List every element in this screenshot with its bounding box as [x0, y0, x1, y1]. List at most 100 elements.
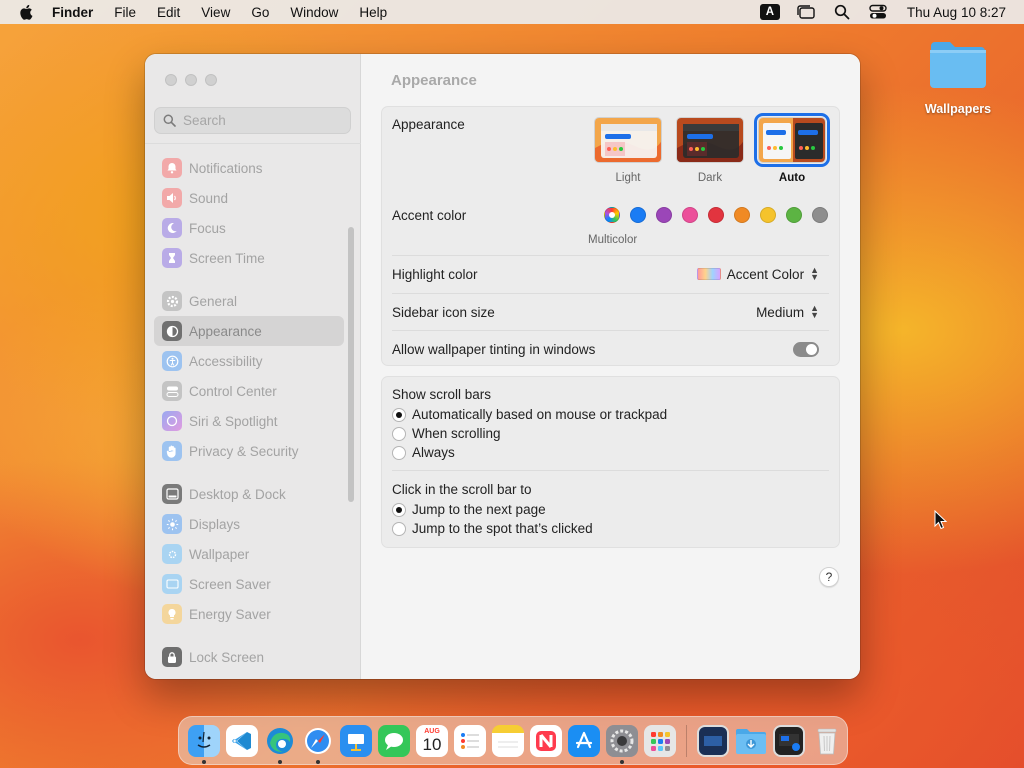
accent-color-label: Accent color	[392, 208, 467, 223]
apple-menu-icon[interactable]	[18, 3, 36, 21]
accent-color-swatches	[604, 207, 828, 223]
sidebar-item-notifications[interactable]: Notifications	[154, 153, 344, 183]
divider	[392, 470, 829, 471]
input-source-icon: A	[759, 4, 780, 20]
scroll-click-option-next-page[interactable]: Jump to the next page	[392, 502, 546, 517]
finder-icon[interactable]	[188, 724, 220, 764]
desktop-folder-wallpapers[interactable]: Wallpapers	[922, 38, 994, 116]
help-button[interactable]: ?	[819, 567, 839, 587]
window-controls	[165, 74, 217, 86]
sidebar-scrollbar[interactable]	[348, 227, 354, 502]
system-settings-icon[interactable]	[606, 724, 638, 764]
wallpaper-tinting-row: Allow wallpaper tinting in windows	[392, 334, 829, 364]
accent-swatch-orange[interactable]	[734, 207, 750, 223]
menu-view[interactable]: View	[201, 5, 230, 20]
accent-swatch-blue[interactable]	[630, 207, 646, 223]
running-indicator	[316, 759, 320, 764]
accent-swatch-red[interactable]	[708, 207, 724, 223]
scroll-bars-option-automatic[interactable]: Automatically based on mouse or trackpad	[392, 407, 667, 422]
appearance-caption-light: Light	[615, 172, 641, 184]
sidebar-item-siri-spotlight[interactable]: Siri & Spotlight	[154, 406, 344, 436]
accent-swatch-green[interactable]	[786, 207, 802, 223]
radio-button[interactable]	[392, 426, 406, 441]
highlight-color-popup[interactable]: Accent Color ▲ ▼	[696, 266, 819, 282]
radio-label: Always	[412, 445, 455, 460]
highlight-swatch	[696, 268, 721, 280]
preview-icon[interactable]	[773, 724, 805, 757]
sidebar-item-desktop-dock[interactable]: Desktop & Dock	[154, 479, 344, 509]
notes-icon[interactable]	[492, 724, 524, 757]
radio-button[interactable]	[392, 502, 406, 517]
close-button[interactable]	[165, 74, 177, 86]
minimize-button[interactable]	[185, 74, 197, 86]
stage-manager-icon[interactable]	[795, 4, 817, 20]
menu-window[interactable]: Window	[290, 5, 338, 20]
search-field[interactable]	[154, 107, 351, 134]
radio-label: Jump to the spot that’s clicked	[412, 521, 593, 536]
scroll-bars-option-always[interactable]: Always	[392, 445, 455, 460]
sidebar-item-screen-saver[interactable]: Screen Saver	[154, 569, 344, 599]
radio-button[interactable]	[392, 407, 406, 422]
sidebar-item-label: Siri & Spotlight	[189, 413, 278, 429]
radio-button[interactable]	[392, 521, 406, 536]
auto-mode-thumbnail	[754, 113, 830, 167]
sidebar-item-focus[interactable]: Focus	[154, 213, 344, 243]
sidebar-item-screen-time[interactable]: Screen Time	[154, 243, 344, 273]
sidebar-item-lock-screen[interactable]: Lock Screen	[154, 642, 344, 672]
messages-icon[interactable]	[378, 724, 410, 757]
zoom-button[interactable]	[205, 74, 217, 86]
accent-swatch-pink[interactable]	[682, 207, 698, 223]
sidebar-item-accessibility[interactable]: Accessibility	[154, 346, 344, 376]
sidebar-item-privacy-security[interactable]: Privacy & Security	[154, 436, 344, 466]
appearance-option-dark[interactable]: Dark	[676, 117, 744, 184]
control-center-menu-icon[interactable]	[867, 4, 889, 20]
system-settings-window: Notifications Sound Focus Screen Time	[145, 54, 860, 679]
search-input[interactable]	[183, 113, 348, 128]
appearance-option-auto[interactable]: Auto	[754, 113, 830, 184]
sidebar-item-displays[interactable]: Displays	[154, 509, 344, 539]
scroll-click-option-spot-clicked[interactable]: Jump to the spot that’s clicked	[392, 521, 593, 536]
sidebar-item-label: Sound	[189, 190, 229, 206]
sidebar-item-control-center[interactable]: Control Center	[154, 376, 344, 406]
control-center-icon	[162, 381, 182, 401]
highlight-color-label: Highlight color	[392, 266, 478, 282]
downloads-folder-icon[interactable]	[735, 725, 767, 757]
menu-edit[interactable]: Edit	[157, 5, 180, 20]
sidebar-item-general[interactable]: General	[154, 286, 344, 316]
accent-swatch-graphite[interactable]	[812, 207, 828, 223]
reminders-icon[interactable]	[454, 724, 486, 757]
menu-app-finder[interactable]: Finder	[52, 5, 93, 20]
sidebar-item-wallpaper[interactable]: Wallpaper	[154, 539, 344, 569]
edge-icon[interactable]	[264, 725, 296, 764]
sidebar-item-energy-saver[interactable]: Energy Saver	[154, 599, 344, 629]
calendar-icon[interactable]: AUG 10	[416, 724, 448, 757]
sidebar-item-appearance[interactable]: Appearance	[154, 316, 344, 346]
wallpaper-tinting-toggle[interactable]	[793, 341, 819, 357]
menu-file[interactable]: File	[114, 5, 136, 20]
sidebar-item-label: Screen Time	[189, 250, 265, 266]
accent-swatch-yellow[interactable]	[760, 207, 776, 223]
hourglass-icon	[162, 248, 182, 268]
screenshot-icon[interactable]	[697, 724, 729, 757]
menubar-clock[interactable]: Thu Aug 10 8:27	[907, 5, 1006, 20]
trash-icon[interactable]	[811, 725, 843, 757]
sidebar-icon-size-popup[interactable]: Medium ▲ ▼	[756, 304, 819, 320]
radio-label: When scrolling	[412, 426, 501, 441]
menu-go[interactable]: Go	[251, 5, 269, 20]
keynote-icon[interactable]	[340, 724, 372, 757]
menu-help[interactable]: Help	[359, 5, 387, 20]
appearance-option-light[interactable]: Light	[594, 117, 662, 184]
sidebar-item-sound[interactable]: Sound	[154, 183, 344, 213]
divider	[392, 293, 829, 294]
spotlight-search-icon[interactable]	[831, 4, 853, 20]
scroll-bars-option-when-scrolling[interactable]: When scrolling	[392, 426, 501, 441]
launchpad-icon[interactable]	[644, 724, 676, 757]
safari-icon[interactable]	[302, 725, 334, 764]
accent-swatch-purple[interactable]	[656, 207, 672, 223]
accent-swatch-multicolor[interactable]	[604, 207, 620, 223]
app-store-icon[interactable]	[568, 724, 600, 757]
input-source-menu[interactable]: A	[759, 4, 781, 20]
vscode-icon[interactable]	[226, 724, 258, 757]
news-icon[interactable]	[530, 724, 562, 757]
radio-button[interactable]	[392, 445, 406, 460]
